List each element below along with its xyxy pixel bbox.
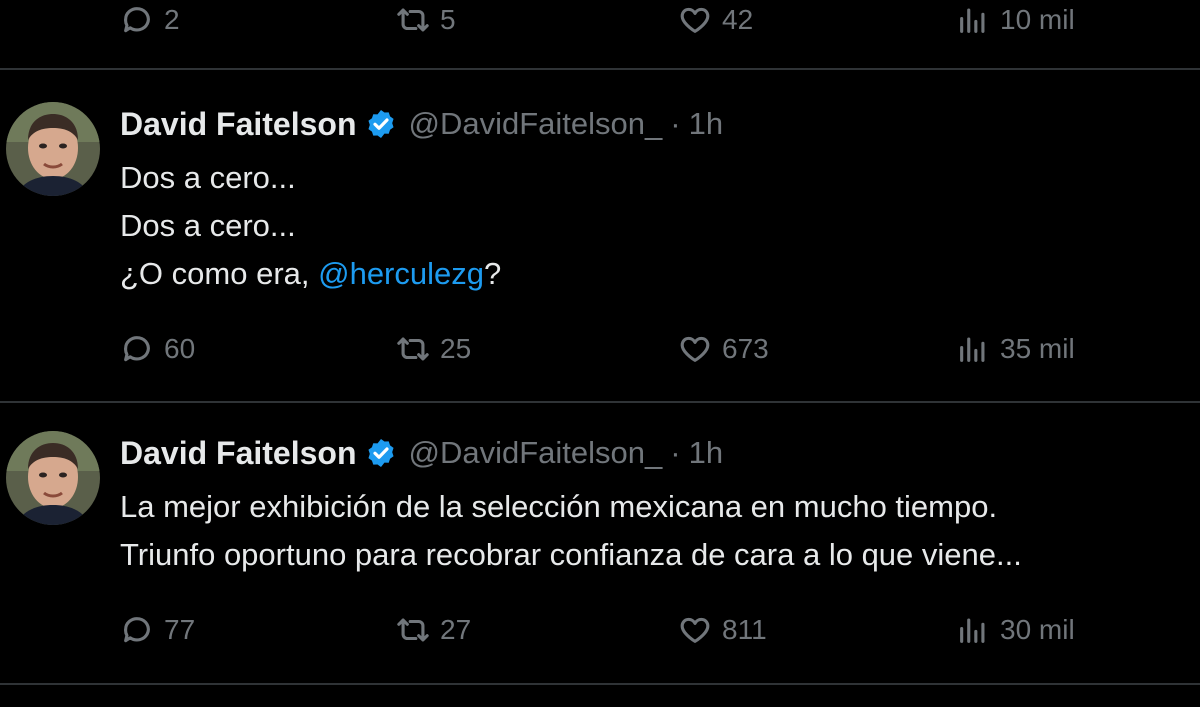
retweet-count: 27 [440,614,472,645]
avatar[interactable] [6,431,100,525]
speech-bubble-icon [124,7,150,33]
like-count: 42 [722,4,754,35]
views-button[interactable]: 30 mil [956,610,1075,650]
like-button[interactable]: 811 [678,610,767,650]
tweet-text-line: Dos a cero... [120,208,296,243]
tweet-text: Dos a cero... Dos a cero... ¿O como era,… [120,154,1190,298]
retweet-button[interactable]: 27 [396,610,471,650]
heart-icon [680,336,710,362]
author-handle[interactable]: @DavidFaitelson_ [409,106,663,142]
views-count: 30 mil [1000,614,1075,645]
author-name[interactable]: David Faitelson [120,435,357,472]
verified-badge-icon [367,110,394,138]
tweet-text-line: La mejor exhibición de la selección mexi… [120,489,998,524]
reply-count: 77 [164,614,196,645]
like-button[interactable]: 42 [678,0,753,40]
heart-icon [680,7,710,33]
author-name[interactable]: David Faitelson [120,106,357,143]
retweet-count: 5 [440,4,456,35]
tweet-header: David Faitelson @DavidFaitelson_ · 1h [120,102,723,146]
reply-button[interactable]: 60 [120,329,195,369]
retweet-arrows-icon [397,618,429,642]
bar-chart-icon [960,618,985,643]
tweet-header: David Faitelson @DavidFaitelson_ · 1h [120,431,723,475]
bar-chart-icon [960,337,985,362]
retweet-button[interactable]: 25 [396,329,471,369]
bar-chart-icon [960,8,985,33]
tweet[interactable]: David Faitelson @DavidFaitelson_ · 1h Do… [0,70,1200,400]
tweet-timestamp[interactable]: 1h [689,435,723,471]
dot-separator: · [670,435,681,470]
reply-button[interactable]: 2 [120,0,180,40]
avatar[interactable] [6,102,100,196]
tweet-text: La mejor exhibición de la selección mexi… [120,483,1190,579]
tweet-timestamp[interactable]: 1h [689,106,723,142]
dot-separator: · [670,106,681,141]
like-count: 811 [722,614,767,645]
views-button[interactable]: 10 mil [956,0,1075,40]
like-button[interactable]: 673 [678,329,769,369]
speech-bubble-icon [124,617,150,643]
avatar-image [6,102,100,196]
retweet-count: 25 [440,333,472,364]
reply-count: 2 [164,4,180,35]
tweet-text-fragment: ¿O como era, [120,256,319,291]
verified-badge-icon [367,439,394,467]
tweet-text-fragment: ? [484,256,502,291]
heart-icon [680,617,710,643]
tweet-actions: 77 27 811 30 mil [120,610,1180,650]
mention-link[interactable]: @herculezg [318,256,484,291]
views-count: 10 mil [1000,4,1075,35]
tweet-text-line: Triunfo oportuno para recobrar confianza… [120,537,1022,572]
tweet-actions: 2 5 42 10 mil [120,0,1180,40]
retweet-button[interactable]: 5 [396,0,456,40]
speech-bubble-icon [124,336,150,362]
reply-button[interactable]: 77 [120,610,195,650]
reply-count: 60 [164,333,196,364]
avatar-image [6,431,100,525]
tweet-text-line: ¿O como era, @herculezg? [120,250,1190,298]
tweet-divider [0,683,1200,685]
author-handle[interactable]: @DavidFaitelson_ [409,435,663,471]
retweet-arrows-icon [397,8,429,32]
tweet[interactable]: David Faitelson @DavidFaitelson_ · 1h La… [0,403,1200,683]
views-count: 35 mil [1000,333,1075,364]
like-count: 673 [722,333,769,364]
retweet-arrows-icon [397,337,429,361]
timeline-feed: 2 5 42 10 mil David Faitelson @DavidFait… [0,0,1200,707]
tweet-text-line: Dos a cero... [120,160,296,195]
views-button[interactable]: 35 mil [956,329,1075,369]
tweet-actions: 60 25 673 35 mil [120,329,1180,369]
